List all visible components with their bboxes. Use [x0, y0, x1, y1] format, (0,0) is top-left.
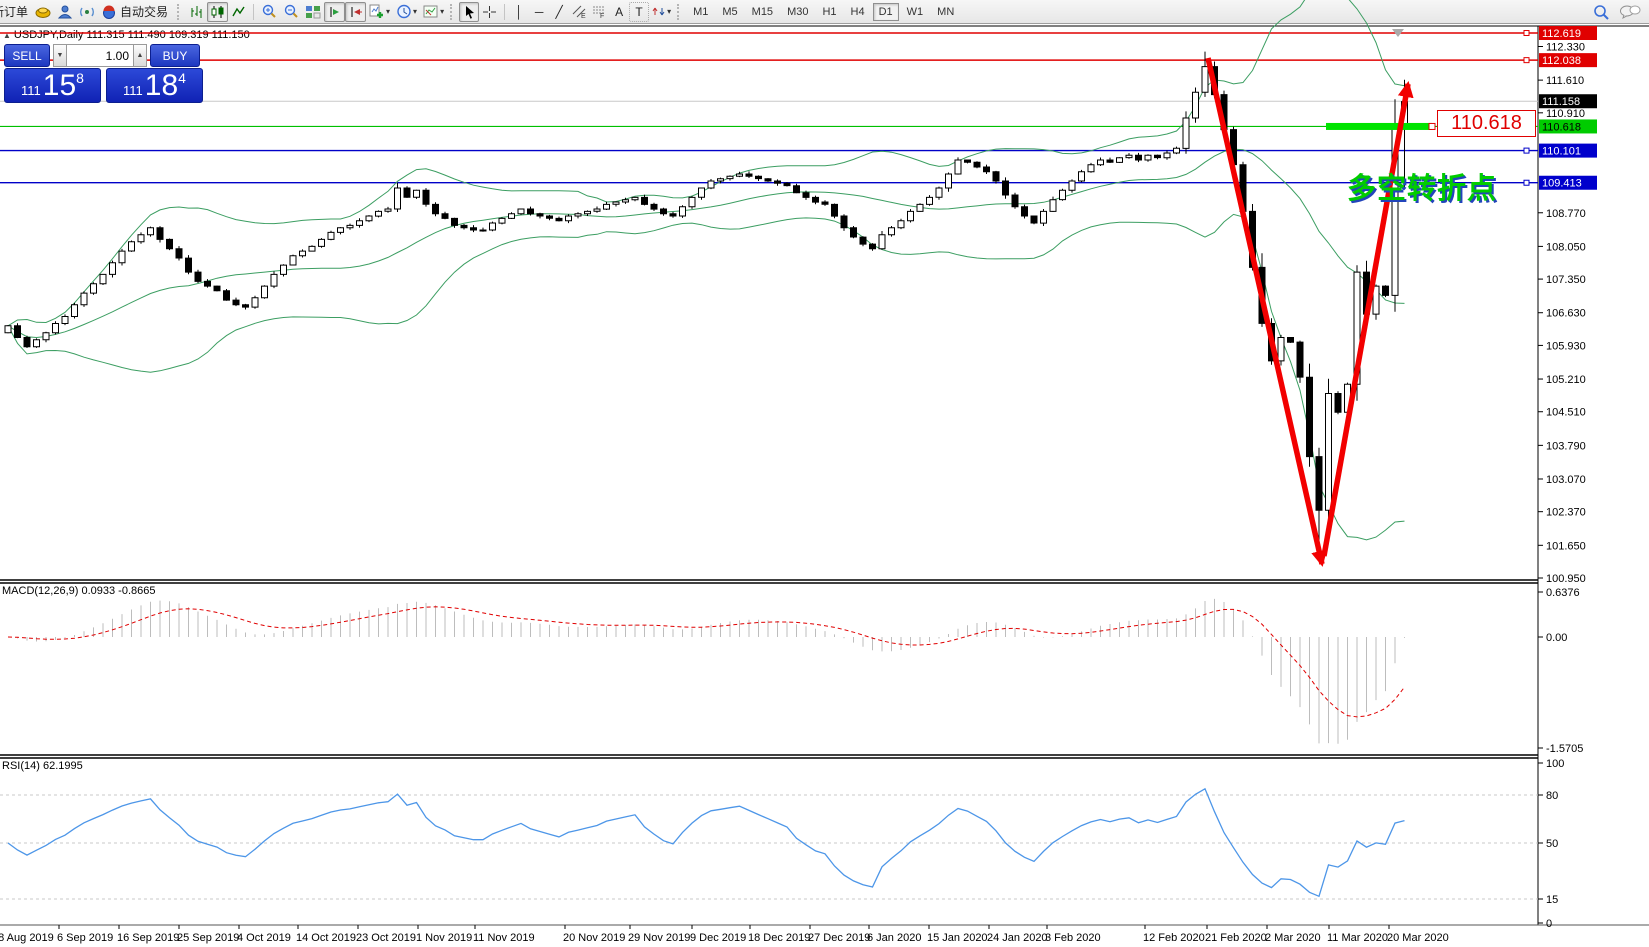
- rsi-indicator-label: RSI(14) 62.1995: [2, 760, 83, 772]
- buy-price-button[interactable]: 111 18 4: [106, 68, 203, 103]
- price-tick-label: 110.910: [1546, 108, 1585, 120]
- date-label: 11 Nov 2019: [473, 932, 535, 944]
- trend-arrow[interactable]: [1205, 57, 1327, 567]
- line-endpoint-marker[interactable]: [1523, 57, 1530, 64]
- volume-increase-button[interactable]: ▲: [133, 44, 147, 67]
- rsi-tick-label: 100: [1546, 758, 1564, 770]
- date-label: 20 Nov 2019: [563, 932, 625, 944]
- sell-price-button[interactable]: 111 15 8: [4, 68, 101, 103]
- bollinger-upper-band: [7, 0, 1405, 327]
- bearish-candles: [14, 66, 1389, 511]
- date-label: 15 Jan 2020: [927, 932, 988, 944]
- line-endpoint-marker[interactable]: [1523, 179, 1530, 186]
- date-label: 9 Dec 2019: [690, 932, 746, 944]
- date-label: 20 Mar 2020: [1387, 932, 1449, 944]
- buy-price-pips: 18: [144, 69, 179, 102]
- macd-tick-label: 0.00: [1546, 632, 1567, 644]
- support-highlight-segment[interactable]: [1326, 122, 1432, 130]
- price-tick-label: 112.330: [1546, 41, 1585, 53]
- rsi-tick-label: 15: [1546, 894, 1558, 906]
- trend-arrow[interactable]: [1321, 81, 1414, 557]
- date-label: 24 Jan 2020: [987, 932, 1048, 944]
- buy-button[interactable]: BUY: [150, 44, 200, 67]
- volume-decrease-button[interactable]: ▼: [53, 44, 67, 67]
- turning-point-annotation: 多空转折点: [1347, 173, 1498, 205]
- price-tick-label: 102.370: [1546, 507, 1586, 519]
- price-tick-label: 103.790: [1546, 440, 1586, 452]
- date-label: 12 Feb 2020: [1143, 932, 1205, 944]
- macd-tick-label: -1.5705: [1546, 743, 1583, 755]
- sell-price-pips: 15: [42, 69, 77, 102]
- one-click-trade-panel: SELL ▼ ▲ BUY 111 15 8 111 18 4: [4, 44, 214, 103]
- price-tick-label: 105.930: [1546, 340, 1586, 352]
- macd-histogram: [17, 598, 1405, 744]
- buy-price-bigfigure: 111: [123, 83, 143, 98]
- price-tick-label: 104.510: [1546, 407, 1586, 419]
- rsi-tick-label: 80: [1546, 790, 1558, 802]
- sell-price-pipette: 8: [76, 70, 84, 86]
- price-marker-label: 112.038: [1542, 55, 1581, 67]
- date-label: 21 Feb 2020: [1205, 932, 1267, 944]
- price-tick-label: 108.770: [1546, 208, 1586, 220]
- price-marker-label: 111.158: [1542, 96, 1580, 108]
- date-label: 25 Sep 2019: [177, 932, 239, 944]
- date-label: 28 Aug 2019: [0, 932, 54, 944]
- price-tick-label: 105.210: [1546, 374, 1586, 386]
- rsi-tick-label: 50: [1546, 838, 1558, 850]
- price-tick-label: 107.350: [1546, 274, 1586, 286]
- rsi-tick-label: 0: [1546, 918, 1552, 930]
- price-marker-label: 109.413: [1542, 178, 1582, 190]
- bollinger-middle-band: [7, 148, 1405, 339]
- date-label: 6 Sep 2019: [57, 932, 113, 944]
- date-label: 16 Sep 2019: [117, 932, 179, 944]
- volume-input[interactable]: [67, 44, 133, 67]
- macd-tick-label: 0.6376: [1546, 587, 1580, 599]
- date-label: 29 Nov 2019: [628, 932, 690, 944]
- price-tick-label: 106.630: [1546, 308, 1586, 320]
- buy-price-pipette: 4: [178, 70, 186, 86]
- date-label: 2 Mar 2020: [1265, 932, 1321, 944]
- date-label: 14 Oct 2019: [296, 932, 356, 944]
- sell-button[interactable]: SELL: [4, 44, 50, 67]
- price-tick-label: 100.950: [1546, 573, 1586, 585]
- date-label: 3 Feb 2020: [1045, 932, 1101, 944]
- date-label: 27 Dec 2019: [808, 932, 870, 944]
- price-marker-label: 110.618: [1542, 121, 1581, 133]
- volume-stepper: ▼ ▲: [53, 44, 147, 67]
- date-label: 6 Jan 2020: [867, 932, 921, 944]
- macd-indicator-label: MACD(12,26,9) 0.0933 -0.8665: [2, 585, 155, 597]
- date-label: 23 Oct 2019: [356, 932, 416, 944]
- chart-canvas[interactable]: 112.330 111.610 110.910 108.770 108.050 107.3…: [0, 0, 1649, 947]
- price-level-label[interactable]: 110.618: [1437, 110, 1536, 137]
- date-label: 11 Mar 2020: [1327, 932, 1388, 944]
- date-label: 4 Oct 2019: [237, 932, 291, 944]
- date-label: 18 Dec 2019: [748, 932, 810, 944]
- price-tick-label: 108.050: [1546, 241, 1586, 253]
- price-marker-label: 112.619: [1542, 28, 1581, 40]
- line-endpoint-marker[interactable]: [1523, 147, 1530, 154]
- date-label: 1 Nov 2019: [416, 932, 472, 944]
- price-marker-label: 110.101: [1542, 146, 1581, 158]
- price-tick-label: 101.650: [1546, 540, 1586, 552]
- price-tick-label: 103.070: [1546, 474, 1586, 486]
- bollinger-lower-band: [7, 213, 1405, 541]
- label-anchor-marker[interactable]: [1428, 122, 1436, 130]
- sell-price-bigfigure: 111: [21, 83, 41, 98]
- line-endpoint-marker[interactable]: [1523, 30, 1530, 36]
- price-tick-label: 111.610: [1546, 75, 1584, 87]
